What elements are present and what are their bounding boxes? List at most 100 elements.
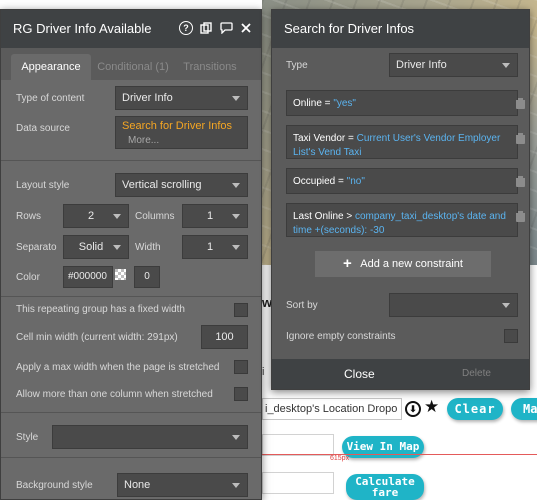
style-dropdown[interactable] <box>52 425 248 449</box>
section-divider <box>1 160 261 161</box>
color-swatch[interactable] <box>115 269 126 280</box>
type-of-content-label: Type of content <box>16 93 85 104</box>
columns-label: Columns <box>135 211 175 222</box>
background-style-label: Background style <box>16 480 93 491</box>
constraint-last-online[interactable]: Last Online > company_taxi_desktop's dat… <box>286 203 518 237</box>
max-width-label: Apply a max width when the page is stret… <box>16 362 220 373</box>
cell-min-width-input[interactable]: 100 <box>201 325 248 349</box>
type-value: Driver Info <box>396 59 447 71</box>
fixed-width-checkbox[interactable] <box>234 303 248 317</box>
help-icon[interactable]: ? <box>179 21 193 35</box>
constraint-occupied[interactable]: Occupied = "no" <box>286 168 518 194</box>
width-dropdown[interactable]: 1 <box>182 235 248 259</box>
location-dropdown[interactable]: i_desktop's Location Dropo <box>262 398 402 420</box>
constraint-taxi-vendor[interactable]: Taxi Vendor = Current User's Vendor Empl… <box>286 125 518 159</box>
search-panel-footer: Close Delete <box>272 359 529 389</box>
panel-tabs: Appearance Conditional (1) Transitions <box>1 48 261 80</box>
map-button-partial[interactable]: Ma <box>511 398 537 420</box>
chevron-down-icon <box>113 214 121 219</box>
canvas-input-field[interactable] <box>262 434 334 456</box>
section-divider <box>1 412 261 413</box>
cell-min-width-label: Cell min width (current width: 291px) <box>16 332 178 343</box>
constraint-field: Online = <box>293 98 334 109</box>
section-divider <box>1 457 261 458</box>
width-value: 1 <box>206 241 214 253</box>
star-icon[interactable]: ★ <box>424 397 439 417</box>
add-constraint-button[interactable]: + Add a new constraint <box>315 251 491 277</box>
chevron-down-icon <box>113 245 121 250</box>
separator-dropdown[interactable]: Solid <box>63 235 129 259</box>
section-divider <box>1 296 261 297</box>
clear-button[interactable]: Clear <box>447 398 503 420</box>
copy-icon[interactable] <box>199 21 213 35</box>
fixed-width-label: This repeating group has a fixed width <box>16 304 185 315</box>
layout-style-dropdown[interactable]: Vertical scrolling <box>115 173 248 197</box>
data-source-more-link[interactable]: More... <box>128 135 159 146</box>
trash-icon[interactable] <box>516 98 525 109</box>
trash-icon[interactable] <box>516 176 525 187</box>
chevron-down-icon <box>502 303 510 308</box>
calculate-fare-line2: fare <box>371 486 399 499</box>
constraint-field: Occupied = <box>293 176 347 187</box>
canvas-input-field-2[interactable] <box>262 472 334 494</box>
layout-style-value: Vertical scrolling <box>122 179 202 191</box>
comment-icon[interactable] <box>219 21 233 35</box>
plus-icon: + <box>343 255 352 272</box>
chevron-down-icon <box>232 96 240 101</box>
ignore-empty-label: Ignore empty constraints <box>286 331 396 342</box>
delete-button[interactable]: Delete <box>462 359 491 389</box>
tab-appearance[interactable]: Appearance <box>11 54 91 80</box>
close-icon[interactable] <box>239 21 253 35</box>
max-width-checkbox[interactable] <box>234 360 248 374</box>
search-panel-header[interactable]: Search for Driver Infos <box>272 10 529 48</box>
rows-value: 2 <box>87 210 95 222</box>
color-label: Color <box>16 272 40 283</box>
chevron-down-icon <box>232 183 240 188</box>
download-icon[interactable]: ⬇ <box>405 401 421 417</box>
panel-header[interactable]: RG Driver Info Available ? <box>1 10 261 48</box>
search-editor-panel: Search for Driver Infos Type Driver Info… <box>271 9 530 390</box>
constraint-field: Last Online > <box>293 211 355 222</box>
type-of-content-dropdown[interactable]: Driver Info <box>115 86 248 110</box>
ignore-empty-checkbox[interactable] <box>504 329 518 343</box>
columns-dropdown[interactable]: 1 <box>182 204 248 228</box>
search-panel-title: Search for Driver Infos <box>284 21 415 36</box>
tab-transitions[interactable]: Transitions <box>179 54 241 80</box>
constraint-value[interactable]: "no" <box>347 176 365 187</box>
data-source-label: Data source <box>16 123 70 134</box>
constraint-field: Taxi Vendor = <box>293 133 357 144</box>
tab-conditional[interactable]: Conditional (1) <box>97 54 169 80</box>
chevron-down-icon <box>232 214 240 219</box>
separator-label: Separato <box>16 242 57 253</box>
type-dropdown[interactable]: Driver Info <box>389 53 518 77</box>
calculate-fare-button[interactable]: Calculate fare <box>346 474 424 500</box>
close-button[interactable]: Close <box>344 359 375 389</box>
color-opacity-input[interactable]: 0 <box>134 266 160 288</box>
trash-icon[interactable] <box>516 211 525 222</box>
sort-by-label: Sort by <box>286 300 318 311</box>
panel-title: RG Driver Info Available <box>13 21 152 36</box>
data-source-expression[interactable]: Search for Driver Infos <box>122 120 232 132</box>
property-editor-panel: RG Driver Info Available ? Appearance Co… <box>0 9 262 500</box>
canvas-text-fragment-small: i <box>262 366 265 378</box>
separator-value: Solid <box>78 241 104 253</box>
rows-dropdown[interactable]: 2 <box>63 204 129 228</box>
more-columns-label: Allow more than one column when stretche… <box>16 389 213 400</box>
add-constraint-label: Add a new constraint <box>360 258 463 270</box>
background-style-dropdown[interactable]: None <box>117 473 248 497</box>
constraint-value[interactable]: "yes" <box>333 98 356 109</box>
columns-value: 1 <box>206 210 214 222</box>
width-label: Width <box>135 242 161 253</box>
chevron-down-icon <box>502 63 510 68</box>
type-of-content-value: Driver Info <box>122 92 173 104</box>
chevron-down-icon <box>232 435 240 440</box>
more-columns-checkbox[interactable] <box>234 387 248 401</box>
search-panel-body: Type Driver Info Online = "yes" Taxi Ven… <box>272 48 529 389</box>
trash-icon[interactable] <box>516 133 525 144</box>
data-source-field[interactable]: Search for Driver Infos More... <box>115 116 248 149</box>
color-hex-input[interactable]: #000000 <box>63 266 113 288</box>
constraint-online[interactable]: Online = "yes" <box>286 90 518 116</box>
sort-by-dropdown[interactable] <box>389 293 518 317</box>
style-label: Style <box>16 432 39 443</box>
type-label: Type <box>286 60 308 71</box>
